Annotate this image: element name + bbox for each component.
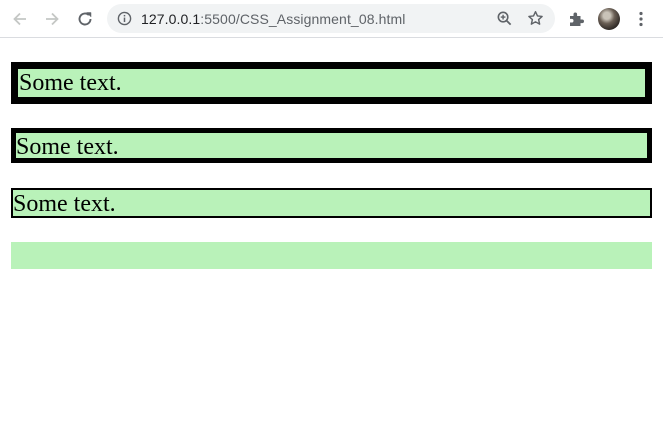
page-content: Some text. Some text. Some text. bbox=[0, 39, 663, 426]
bookmark-star-icon[interactable] bbox=[527, 10, 544, 27]
more-menu-icon[interactable] bbox=[632, 10, 650, 28]
back-button[interactable] bbox=[7, 6, 33, 32]
thin-border-text-box: Some text. bbox=[11, 188, 652, 218]
url-text[interactable]: 127.0.0.1:5500/CSS_Assignment_08.html bbox=[141, 11, 405, 27]
borderless-empty-box bbox=[11, 242, 652, 269]
thick-border-text-box: Some text. bbox=[11, 62, 652, 104]
address-bar[interactable]: 127.0.0.1:5500/CSS_Assignment_08.html bbox=[107, 4, 555, 33]
forward-arrow-icon bbox=[46, 12, 59, 26]
profile-avatar[interactable] bbox=[598, 8, 620, 30]
forward-button[interactable] bbox=[39, 6, 65, 32]
back-arrow-icon bbox=[13, 12, 26, 26]
url-path: :5500/CSS_Assignment_08.html bbox=[200, 11, 406, 27]
reload-icon bbox=[78, 12, 92, 26]
browser-toolbar: 127.0.0.1:5500/CSS_Assignment_08.html bbox=[0, 0, 663, 38]
reload-button[interactable] bbox=[72, 6, 98, 32]
zoom-icon[interactable] bbox=[496, 10, 513, 27]
url-host: 127.0.0.1 bbox=[141, 11, 201, 27]
extensions-puzzle-icon[interactable] bbox=[567, 10, 585, 28]
info-icon[interactable] bbox=[117, 11, 132, 26]
medium-border-text-box: Some text. bbox=[11, 128, 652, 163]
